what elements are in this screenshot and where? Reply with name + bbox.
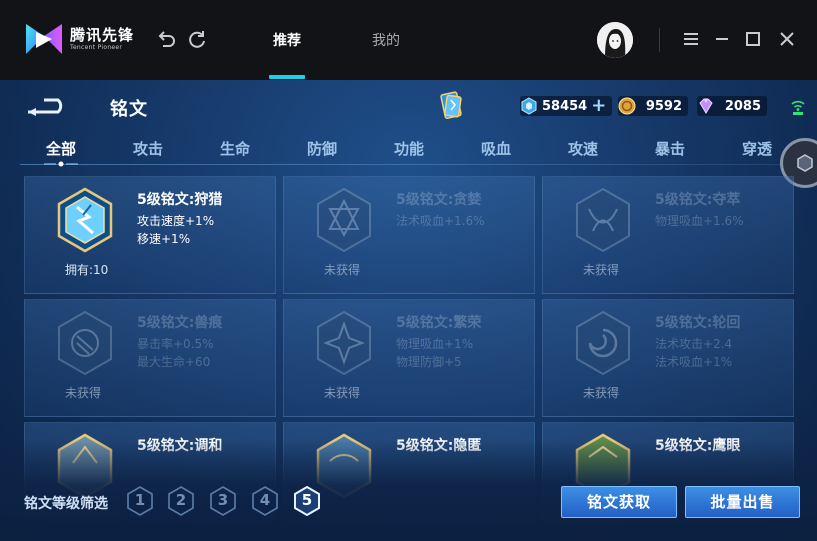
- tab-active-underline: [269, 75, 305, 79]
- rune-attr: 攻击速度+1%: [137, 214, 215, 228]
- rune-name: 5级铭文:兽痕: [137, 315, 223, 331]
- rune-cycle-icon: [576, 310, 630, 376]
- rune-attr: 暴击率+0.5%: [137, 337, 214, 351]
- undo-icon[interactable]: [155, 28, 177, 50]
- rune-name: 5级铭文:轮回: [655, 315, 741, 331]
- rune-owned-status: 未获得: [65, 386, 102, 400]
- rune-prosper-icon: [317, 310, 371, 376]
- level-filter-3[interactable]: 3: [209, 486, 237, 516]
- rune-attr: 法术吸血+1.6%: [396, 214, 485, 228]
- rune-name: 5级铭文:狩猎: [137, 192, 223, 208]
- menu-icon[interactable]: [680, 28, 702, 50]
- divider: [659, 28, 660, 52]
- rune-attr: 移速+1%: [137, 232, 191, 246]
- tab-recommend[interactable]: 推荐: [273, 30, 301, 50]
- level-filter-4[interactable]: 4: [251, 486, 279, 516]
- rune-attr: 最大生命+60: [137, 355, 211, 369]
- refresh-icon[interactable]: [186, 28, 208, 50]
- tab-mine[interactable]: 我的: [372, 30, 400, 50]
- level-number: 1: [134, 491, 146, 509]
- avatar-portrait-icon: [597, 22, 633, 58]
- brand-subtitle: Tencent Pioneer: [70, 44, 123, 51]
- brand[interactable]: 腾讯先锋 Tencent Pioneer: [22, 20, 134, 58]
- rune-owned-status: 未获得: [583, 263, 620, 277]
- rune-seize-icon: [576, 187, 630, 253]
- rune-owned-status: 未获得: [583, 386, 620, 400]
- rune-name: 5级铭文:夺萃: [655, 192, 741, 208]
- level-number: 2: [175, 491, 187, 509]
- rune-name: 5级铭文:繁荣: [396, 315, 482, 331]
- brand-name: 腾讯先锋: [70, 26, 135, 44]
- rune-card-beast-mark[interactable]: 5级铭文:兽痕 暴击率+0.5% 最大生命+60 未获得: [24, 299, 276, 417]
- rune-hunt-icon: [57, 187, 113, 253]
- rune-attr: 物理防御+5: [396, 355, 462, 369]
- rune-card-greed[interactable]: 5级铭文:贪婪 法术吸血+1.6% 未获得: [283, 176, 535, 294]
- rune-beast-mark-icon: [58, 310, 112, 376]
- rune-attr: 法术攻击+2.4: [655, 337, 733, 351]
- rune-card-hunt[interactable]: 5级铭文:狩猎 攻击速度+1% 移速+1% 拥有:10: [24, 176, 276, 294]
- avatar[interactable]: [597, 22, 633, 58]
- rune-card-seize[interactable]: 5级铭文:夺萃 物理吸血+1.6% 未获得: [542, 176, 794, 294]
- level-number: 4: [259, 491, 271, 509]
- level-filter-label: 铭文等级筛选: [24, 496, 108, 512]
- level-number: 5: [301, 491, 313, 509]
- rune-attr: 物理吸血+1%: [396, 337, 474, 351]
- rune-attr: 物理吸血+1.6%: [655, 214, 744, 228]
- rune-owned-status: 未获得: [324, 386, 361, 400]
- app-window: 腾讯先锋 Tencent Pioneer 推荐 我的 铭文 58454 + 95…: [0, 0, 817, 541]
- launcher-topbar: 腾讯先锋 Tencent Pioneer 推荐 我的: [0, 0, 817, 80]
- game-screen: 铭文 58454 + 9592 2085 全部 攻击 生命 防御 功能 吸血 攻…: [0, 80, 817, 541]
- maximize-icon[interactable]: [742, 28, 764, 50]
- bulk-sell-button[interactable]: 批量出售: [685, 486, 800, 518]
- minimize-icon[interactable]: [711, 28, 733, 50]
- rune-attr: 法术吸血+1%: [655, 355, 733, 369]
- rune-card-cycle[interactable]: 5级铭文:轮回 法术攻击+2.4 法术吸血+1% 未获得: [542, 299, 794, 417]
- brand-logo-icon: [26, 24, 62, 54]
- level-filter-1[interactable]: 1: [126, 486, 154, 516]
- rune-name: 5级铭文:贪婪: [396, 192, 482, 208]
- rune-owned-count: 拥有:10: [65, 263, 109, 277]
- rune-card-prosper[interactable]: 5级铭文:繁荣 物理吸血+1% 物理防御+5 未获得: [283, 299, 535, 417]
- rune-greed-icon: [317, 187, 371, 253]
- level-filter-2[interactable]: 2: [167, 486, 195, 516]
- level-filter-5[interactable]: 5: [293, 485, 321, 517]
- rune-owned-status: 未获得: [324, 263, 361, 277]
- close-icon[interactable]: [776, 28, 798, 50]
- level-number: 3: [217, 491, 229, 509]
- rune-obtain-button[interactable]: 铭文获取: [561, 486, 677, 518]
